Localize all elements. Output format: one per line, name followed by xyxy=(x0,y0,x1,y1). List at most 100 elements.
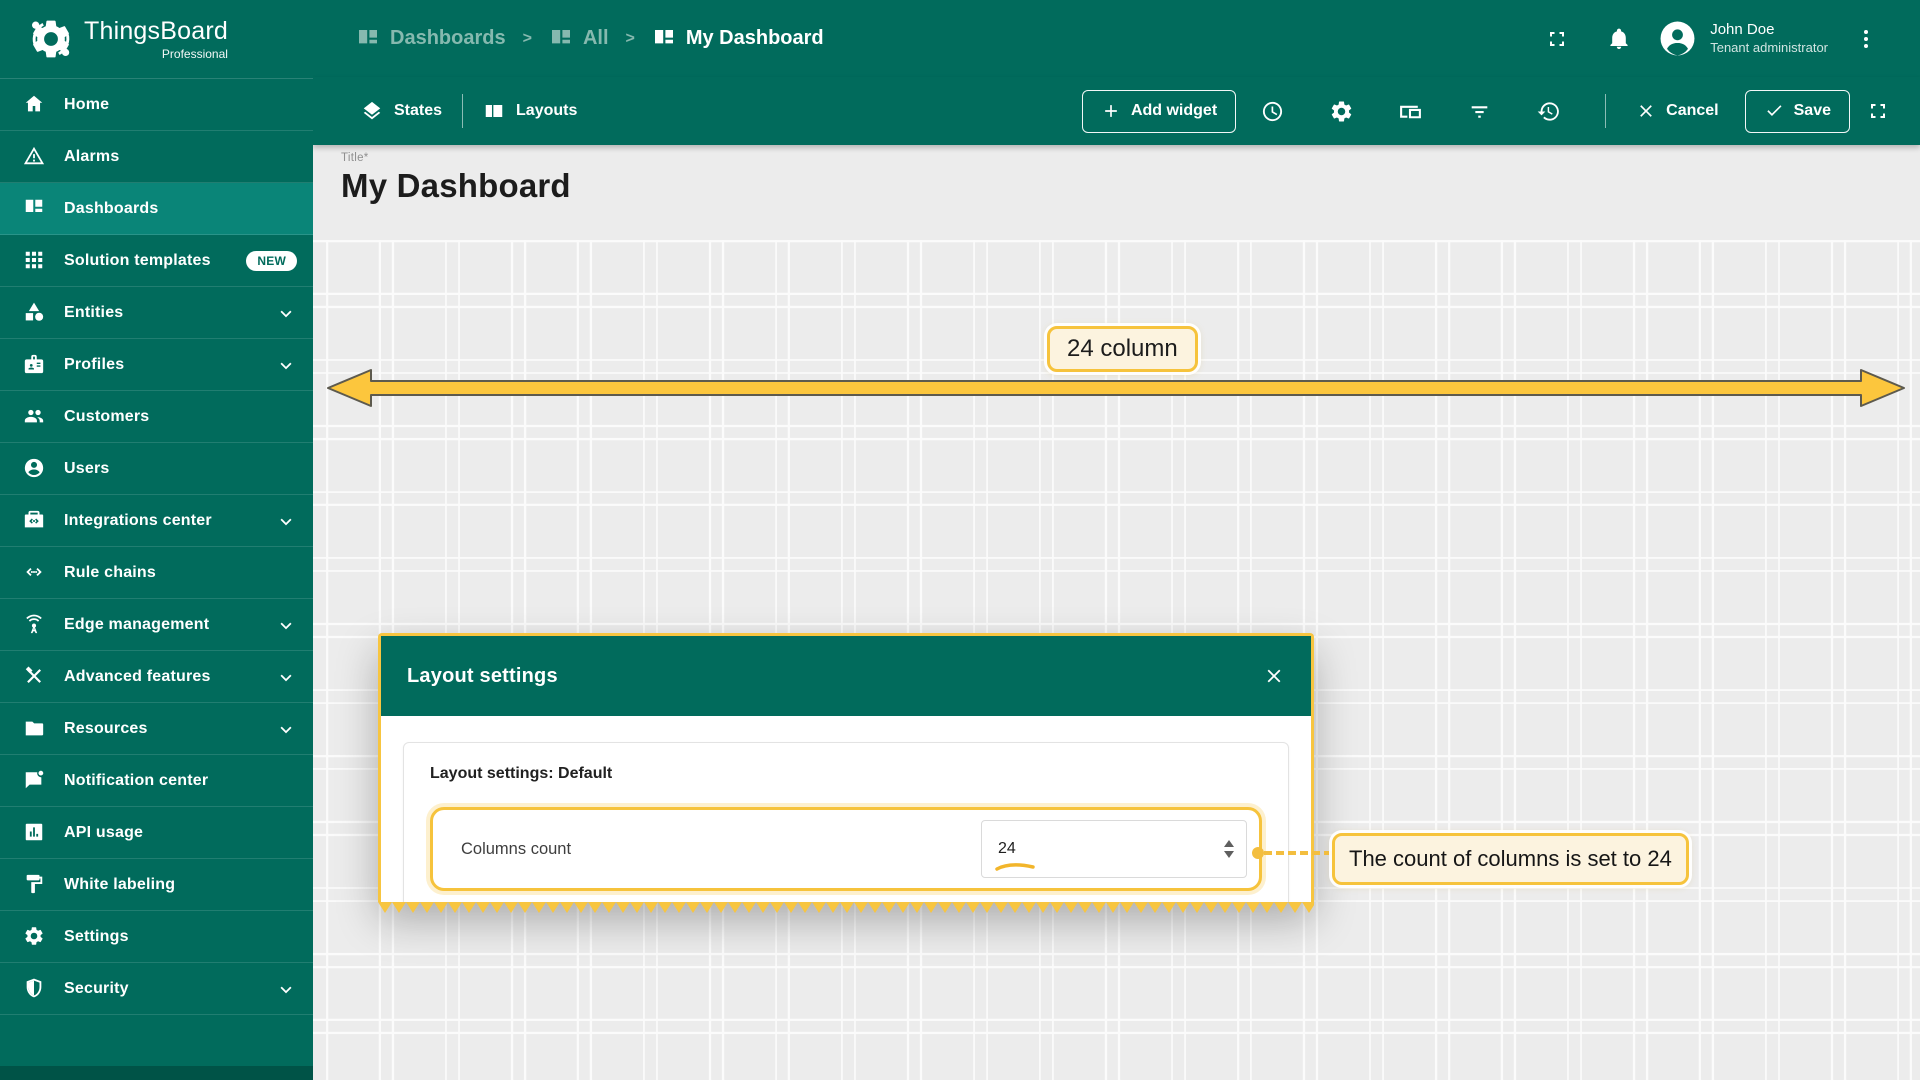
entity-aliases-button[interactable] xyxy=(1376,99,1445,124)
add-widget-button[interactable]: Add widget xyxy=(1082,90,1236,133)
stepper-decrement-button[interactable] xyxy=(1224,851,1234,858)
plus-icon xyxy=(1101,101,1121,121)
dialog-body: Layout settings: Default Columns count xyxy=(381,716,1311,902)
columns-note-callout: The count of columns is set to 24 xyxy=(1332,833,1689,885)
close-icon[interactable] xyxy=(1263,665,1285,687)
layouts-button[interactable]: Layouts xyxy=(483,100,577,122)
sidebar-item-customers[interactable]: Customers xyxy=(0,391,313,443)
more-menu-dots-icon[interactable] xyxy=(1854,27,1878,51)
stepper-increment-button[interactable] xyxy=(1224,840,1234,847)
sidebar-item-edge-management[interactable]: Edge management xyxy=(0,599,313,651)
customers-icon xyxy=(23,405,47,429)
column-width-arrow xyxy=(325,368,1907,408)
columns-count-field xyxy=(981,820,1247,878)
sidebar-item-notification-center[interactable]: Notification center xyxy=(0,755,313,807)
toolbar-icon-buttons xyxy=(1238,99,1583,124)
sidebar-item-label: Customers xyxy=(64,408,149,426)
breadcrumb-item-my-dashboard[interactable]: My Dashboard xyxy=(652,27,824,51)
sidebar-item-settings[interactable]: Settings xyxy=(0,911,313,963)
breadcrumb-label: Dashboards xyxy=(390,27,506,50)
layers-icon xyxy=(361,100,383,122)
sidebar-item-label: Profiles xyxy=(64,356,124,374)
dashboard-title-field[interactable]: Title* My Dashboard xyxy=(313,145,1920,205)
sidebar-item-label: Edge management xyxy=(64,616,209,634)
dialog-title: Layout settings xyxy=(407,665,558,688)
notifications-bell-icon[interactable] xyxy=(1607,27,1631,51)
sidebar-item-dashboards[interactable]: Dashboards xyxy=(0,183,313,235)
sidebar-item-label: White labeling xyxy=(64,876,175,894)
sidebar-item-alarms[interactable]: Alarms xyxy=(0,131,313,183)
sidebar-item-integrations-center[interactable]: Integrations center xyxy=(0,495,313,547)
close-icon xyxy=(1636,101,1656,121)
fullscreen-icon[interactable] xyxy=(1545,27,1569,51)
white-labeling-icon xyxy=(23,873,47,897)
toolbar-left: States Layouts xyxy=(361,94,577,128)
breadcrumb-separator: > xyxy=(626,30,635,48)
sidebar-item-label: Rule chains xyxy=(64,564,156,582)
dialog-header: Layout settings xyxy=(381,636,1311,716)
sidebar-item-label: Dashboards xyxy=(64,200,158,218)
toolbar-right: Add widget Cancel Save xyxy=(1082,90,1890,133)
sidebar-item-resources[interactable]: Resources xyxy=(0,703,313,755)
connector-dashed-line xyxy=(1264,851,1332,855)
thingsboard-app: ThingsBoard Professional Home Alarms Dashb… xyxy=(0,0,1920,1080)
sidebar-item-solution-templates[interactable]: Solution templatesNEW xyxy=(0,235,313,287)
sidebar-item-advanced-features[interactable]: Advanced features xyxy=(0,651,313,703)
notification-center-icon xyxy=(23,769,47,793)
sidebar-item-home[interactable]: Home xyxy=(0,79,313,131)
dashboards-icon xyxy=(652,27,676,51)
brand-text: ThingsBoard Professional xyxy=(84,17,228,61)
sidebar-item-security[interactable]: Security xyxy=(0,963,313,1015)
layout-settings-card: Layout settings: Default Columns count xyxy=(403,742,1289,902)
alarms-icon xyxy=(23,145,47,169)
entity-aliases-icon xyxy=(1398,99,1423,124)
sidebar-item-users[interactable]: Users xyxy=(0,443,313,495)
save-button[interactable]: Save xyxy=(1745,90,1850,133)
rule-chains-icon xyxy=(23,561,47,585)
save-label: Save xyxy=(1794,102,1831,120)
layout-icon xyxy=(483,100,505,122)
sidebar-item-label: Security xyxy=(64,980,129,998)
sidebar-item-label: Integrations center xyxy=(64,512,212,530)
logo[interactable]: ThingsBoard Professional xyxy=(0,0,313,79)
columns-count-label: Columns count xyxy=(461,840,571,859)
sidebar-item-label: Advanced features xyxy=(64,668,211,686)
time-window-button[interactable] xyxy=(1238,99,1307,124)
version-control-icon xyxy=(1536,99,1561,124)
sidebar-item-label: Settings xyxy=(64,928,129,946)
sidebar-item-entities[interactable]: Entities xyxy=(0,287,313,339)
sidebar-item-label: Solution templates xyxy=(64,252,211,270)
toolbar-divider xyxy=(462,94,463,128)
sidebar-item-api-usage[interactable]: API usage xyxy=(0,807,313,859)
add-widget-label: Add widget xyxy=(1131,102,1217,120)
title-field-label: Title* xyxy=(341,152,1920,164)
sidebar-item-label: Home xyxy=(64,96,109,114)
dashboard-canvas: Title* My Dashboard xyxy=(313,145,1920,1080)
cancel-button[interactable]: Cancel xyxy=(1636,101,1718,121)
filters-button[interactable] xyxy=(1445,99,1514,124)
sidebar-item-white-labeling[interactable]: White labeling xyxy=(0,859,313,911)
states-button[interactable]: States xyxy=(361,100,442,122)
profiles-icon xyxy=(23,353,47,377)
chevron-down-icon xyxy=(275,666,297,688)
sidebar-item-profiles[interactable]: Profiles xyxy=(0,339,313,391)
connector-dot xyxy=(1252,847,1264,859)
avatar[interactable] xyxy=(1659,20,1696,57)
breadcrumb-item-dashboards[interactable]: Dashboards xyxy=(356,27,506,51)
dashboards-icon xyxy=(549,27,573,51)
columns-count-row: Columns count xyxy=(430,807,1262,891)
fullscreen-icon[interactable] xyxy=(1866,99,1890,123)
dashboard-settings-button[interactable] xyxy=(1307,99,1376,124)
filters-icon xyxy=(1467,99,1492,124)
check-icon xyxy=(1764,101,1784,121)
sidebar-item-rule-chains[interactable]: Rule chains xyxy=(0,547,313,599)
user-info[interactable]: John Doe Tenant administrator xyxy=(1710,21,1828,56)
breadcrumb-item-all[interactable]: All xyxy=(549,27,609,51)
advanced-features-icon xyxy=(23,665,47,689)
chevron-down-icon xyxy=(275,978,297,1000)
resources-icon xyxy=(23,717,47,741)
version-control-button[interactable] xyxy=(1514,99,1583,124)
sidebar-item-label: Alarms xyxy=(64,148,119,166)
home-icon xyxy=(23,93,47,117)
edge-management-icon xyxy=(23,613,47,637)
